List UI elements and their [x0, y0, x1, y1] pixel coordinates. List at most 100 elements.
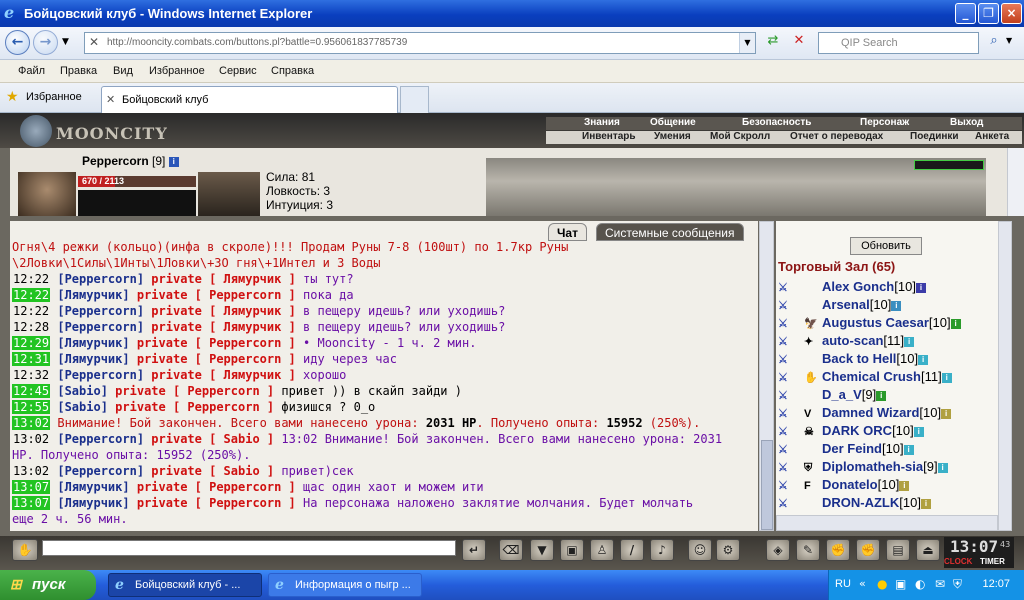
chat-nick[interactable]: [Peppercorn] [57, 320, 144, 334]
player-name[interactable]: Der Feind [822, 441, 882, 456]
search-icon[interactable]: ⌕ [984, 33, 1004, 53]
player-name[interactable]: Back to Hell [822, 351, 896, 366]
chat-nick[interactable]: [Peppercorn] [57, 432, 144, 446]
tray-arrow-icon[interactable]: « [859, 577, 866, 590]
player-name[interactable]: D_a_V [822, 387, 862, 402]
task-fight-club[interactable]: e Бойцовский клуб - ... [108, 573, 262, 597]
equipment-slots[interactable] [78, 190, 196, 216]
player-name[interactable]: Arsenal [822, 297, 870, 312]
character-nick[interactable]: Peppercorn [9] i [82, 154, 179, 168]
game-menu-communication[interactable]: Общение [650, 117, 696, 128]
list-item[interactable]: ⚔ D_a_V[9] i [778, 387, 998, 405]
game-menu-security[interactable]: Безопасность [742, 117, 811, 128]
sword-icon[interactable]: ⚔ [778, 281, 804, 294]
menu-favorites[interactable]: Избранное [149, 65, 205, 77]
language-indicator[interactable]: RU [835, 578, 851, 590]
list-item[interactable]: ⚔ F Donatelo[10] i [778, 477, 998, 495]
chat-scrollbar[interactable] [759, 221, 774, 531]
hall-horizontal-scrollbar[interactable] [776, 515, 998, 531]
sword-icon[interactable]: ⚔ [778, 353, 804, 366]
chat-nick[interactable]: [Peppercorn] [57, 368, 144, 382]
list-item[interactable]: ⚔ Back to Hell[10] i [778, 351, 998, 369]
sword-icon[interactable]: ⚔ [778, 317, 804, 330]
new-tab-button[interactable] [400, 86, 429, 113]
list-item[interactable]: ⚔ V Damned Wizard[10] i [778, 405, 998, 423]
task-player-info[interactable]: e Информация о пыгр ... [268, 573, 422, 597]
list-item[interactable]: ⚔ ✋ Chemical Crush[11] i [778, 369, 998, 387]
game-menu-profile[interactable]: Анкета [975, 131, 1009, 142]
chat-nick[interactable]: [Peppercorn] [57, 304, 144, 318]
player-name[interactable]: Augustus Caesar [822, 315, 929, 330]
volume-icon[interactable]: ◐ [915, 577, 925, 591]
sword-icon[interactable]: ⚔ [778, 389, 804, 402]
game-menu-character[interactable]: Персонаж [860, 117, 909, 128]
player-name[interactable]: auto-scan [822, 333, 883, 348]
info-icon[interactable]: i [937, 463, 948, 473]
player-name[interactable]: Chemical Crush [822, 369, 921, 384]
sword-icon[interactable]: ⚔ [778, 497, 804, 510]
list-item[interactable]: ⚔ ✦ auto-scan[11] i [778, 333, 998, 351]
send-icon[interactable]: ↵ [462, 539, 486, 561]
bag-icon[interactable]: ◈ [766, 539, 790, 561]
favorites-star-icon[interactable]: ★ [6, 89, 19, 105]
game-menu-inventory[interactable]: Инвентарь [582, 131, 636, 142]
info-icon[interactable]: i [891, 301, 902, 311]
chat-nick[interactable]: [Peppercorn] [57, 272, 144, 286]
tab-system-messages[interactable]: Системные сообщения [596, 223, 744, 241]
info-icon[interactable]: i [918, 355, 929, 365]
menu-file[interactable]: Файл [18, 65, 45, 77]
filter-icon[interactable]: ▼ [530, 539, 554, 561]
list-item[interactable]: ⚔ Der Feind[10] i [778, 441, 998, 459]
hall-scrollbar[interactable] [998, 221, 1012, 531]
chat-nick[interactable]: [Лямурчик] [57, 496, 129, 510]
chat-nick[interactable]: [Sabio] [57, 400, 108, 414]
player-name[interactable]: Diplomatheh-sia [822, 459, 923, 474]
info-icon[interactable]: i [950, 319, 961, 329]
sword-icon[interactable]: ⚔ [778, 443, 804, 456]
stop-icon[interactable]: ✕ [788, 33, 810, 53]
slash-icon[interactable]: / [620, 539, 644, 561]
search-options-icon[interactable]: ▼ [1006, 36, 1012, 45]
security-icon[interactable]: ⛨ [953, 577, 962, 592]
game-menu-skills[interactable]: Умения [654, 131, 691, 142]
game-menu-my-scroll[interactable]: Мой Скролл [710, 131, 770, 142]
player-name[interactable]: Alex Gonch [822, 279, 894, 294]
address-bar[interactable]: ✕ http://mooncity.combats.com/buttons.pl… [84, 32, 756, 54]
scroll-icon[interactable]: ✎ [796, 539, 820, 561]
game-menu-battles[interactable]: Поединки [910, 131, 959, 142]
list-item[interactable]: ⚔ DRON-AZLK[10] i [778, 495, 998, 513]
start-button[interactable]: ⊞ пуск [0, 570, 96, 600]
chat-nick[interactable]: [Лямурчик] [57, 352, 129, 366]
close-button[interactable]: × [1001, 3, 1022, 24]
info-icon[interactable]: i [920, 499, 931, 509]
history-dropdown-icon[interactable]: ▼ [62, 37, 69, 47]
network-icon[interactable]: ▣ [895, 577, 906, 591]
player-name[interactable]: DRON-AZLK [822, 495, 899, 510]
info-icon[interactable]: i [941, 409, 952, 419]
address-dropdown-icon[interactable]: ▼ [739, 33, 755, 53]
sword-icon[interactable]: ⚔ [778, 371, 804, 384]
menu-tools[interactable]: Сервис [219, 65, 257, 77]
equipment-panel[interactable] [198, 172, 260, 216]
refresh-button[interactable]: Обновить [850, 237, 922, 255]
tab-fight-club[interactable]: ✕ Бойцовский клуб [101, 86, 398, 113]
minimize-button[interactable]: _ [955, 3, 976, 24]
fist-icon[interactable]: ✊ [856, 539, 880, 561]
chat-input[interactable] [42, 540, 456, 556]
info-scrollbar[interactable] [1007, 148, 1024, 216]
sword-icon[interactable]: ⚔ [778, 299, 804, 312]
search-input[interactable]: QIP Search [818, 32, 979, 54]
forward-button[interactable]: → [33, 30, 58, 55]
info-icon[interactable]: i [168, 157, 179, 167]
game-menu-transfers[interactable]: Отчет о переводах [790, 131, 883, 142]
chat-nick[interactable]: [Лямурчик] [57, 480, 129, 494]
exit-icon[interactable]: ⏏ [916, 539, 940, 561]
info-icon[interactable]: i [904, 337, 915, 347]
smile-icon[interactable]: ☺ [688, 539, 712, 561]
menu-edit[interactable]: Правка [60, 65, 97, 77]
sound-icon[interactable]: ♪ [650, 539, 674, 561]
list-item[interactable]: ⚔ Arsenal[10] i [778, 297, 998, 315]
back-button[interactable]: ← [5, 30, 30, 55]
player-name[interactable]: DARK ORC [822, 423, 892, 438]
hands-icon[interactable]: ✊ [826, 539, 850, 561]
